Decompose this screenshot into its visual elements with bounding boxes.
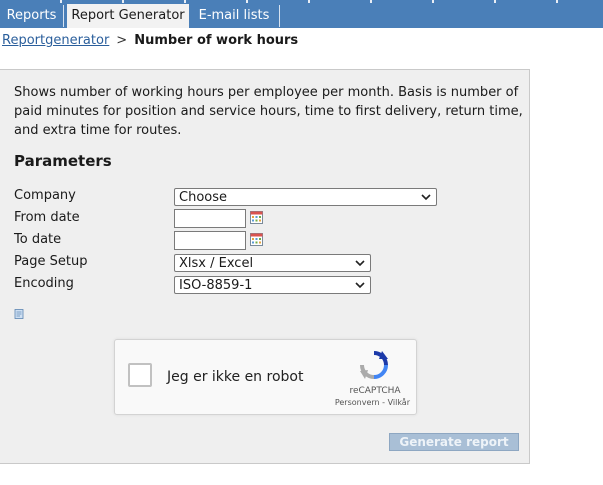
encoding-select[interactable]: ISO-8859-1 [174, 276, 371, 294]
tab-report-generator[interactable]: Report Generator [67, 4, 189, 28]
company-label: Company [14, 188, 76, 203]
from-date-label: From date [14, 210, 80, 225]
breadcrumb-link-reportgenerator[interactable]: Reportgenerator [2, 33, 109, 48]
page-setup-select-value: Xlsx / Excel [179, 256, 254, 271]
encoding-select-value: ISO-8859-1 [179, 278, 253, 293]
recaptcha-widget: Jeg er ikke en robot reCAPTCHA Personver… [114, 339, 417, 415]
to-date-input[interactable] [174, 231, 246, 250]
recaptcha-checkbox-label: Jeg er ikke en robot [167, 369, 304, 385]
page-setup-select[interactable]: Xlsx / Excel [174, 254, 371, 272]
tab-email-lists[interactable]: E-mail lists [190, 5, 278, 28]
generate-report-button[interactable]: Generate report [389, 433, 519, 451]
company-select[interactable]: Choose [174, 188, 437, 206]
report-panel: Shows number of working hours per employ… [0, 69, 530, 464]
recaptcha-checkbox[interactable] [128, 363, 152, 387]
tab-reports[interactable]: Reports [0, 5, 63, 28]
from-date-input[interactable] [174, 209, 246, 228]
calendar-icon[interactable] [250, 233, 263, 246]
recaptcha-terms-link[interactable]: Personvern - Vilkår [330, 398, 410, 407]
tab-separator [279, 5, 280, 27]
calendar-icon[interactable] [250, 211, 263, 224]
parameters-heading: Parameters [14, 152, 112, 170]
chevron-down-icon [355, 282, 365, 289]
page-title: Number of work hours [134, 33, 299, 48]
tab-separator [63, 5, 64, 27]
to-date-label: To date [14, 232, 62, 247]
document-icon[interactable] [14, 309, 24, 319]
recaptcha-logo-icon [360, 351, 388, 379]
page-setup-label: Page Setup [14, 254, 88, 269]
chevron-down-icon [421, 194, 431, 201]
recaptcha-brand: reCAPTCHA [349, 386, 401, 396]
company-select-value: Choose [179, 190, 227, 205]
encoding-label: Encoding [14, 276, 74, 291]
top-nav-strip [0, 0, 603, 3]
top-nav: Reports Report Generator E-mail lists [0, 0, 603, 28]
chevron-down-icon [355, 260, 365, 267]
breadcrumb-separator: > [116, 33, 128, 48]
report-description: Shows number of working hours per employ… [14, 85, 523, 138]
breadcrumb: Reportgenerator > Number of work hours [2, 33, 298, 48]
